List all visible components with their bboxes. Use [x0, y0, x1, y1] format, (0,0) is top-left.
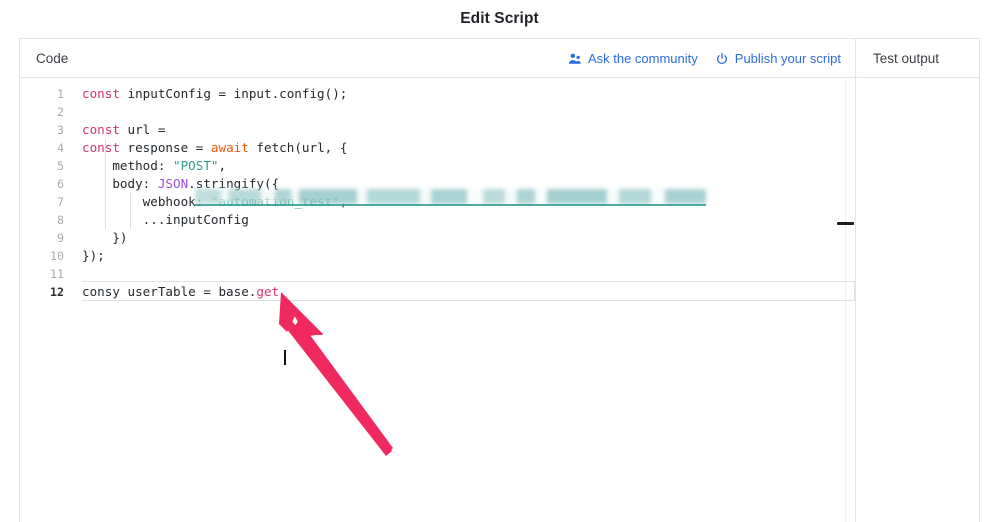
test-output-pane: Test output: [857, 39, 979, 522]
code-token: await: [210, 140, 249, 155]
code-token: body:: [82, 176, 158, 191]
redacted-url-value: [195, 189, 706, 204]
power-publish-icon: [715, 52, 729, 66]
editor-card: Code Ask the community Publish your scri…: [19, 38, 980, 522]
code-token: });: [82, 248, 105, 263]
code-editor[interactable]: 1 const inputConfig = input.config(); 2 3 co…: [20, 78, 855, 522]
code-token: const: [82, 86, 120, 101]
code-token: const: [82, 122, 120, 137]
code-token: response =: [119, 140, 211, 155]
line-number: 1: [57, 87, 64, 101]
line-text: const response = await fetch(url, {: [82, 139, 347, 157]
line-number: 7: [57, 195, 64, 209]
code-token: JSON: [157, 176, 189, 191]
line-text: const url =: [82, 121, 173, 139]
line-number: 5: [57, 159, 64, 173]
line-number: 10: [50, 249, 64, 263]
code-line[interactable]: 3 const url =: [20, 121, 855, 139]
page-title: Edit Script: [460, 10, 539, 27]
code-token: url =: [119, 122, 173, 137]
line-text: }): [82, 229, 128, 247]
code-token: ...inputConfig: [82, 212, 249, 227]
line-text: method: "POST",: [82, 157, 226, 175]
line-number: 11: [50, 267, 64, 281]
line-number: 2: [57, 105, 64, 119]
code-line[interactable]: 9 }): [20, 229, 855, 247]
code-token: "POST": [173, 158, 219, 173]
line-text: ...inputConfig: [82, 211, 249, 229]
code-pane: Code Ask the community Publish your scri…: [20, 39, 856, 522]
code-token: inputConfig = input.config();: [119, 86, 348, 101]
code-line[interactable]: 5 method: "POST",: [20, 157, 855, 175]
people-icon: [568, 52, 582, 66]
code-line[interactable]: 1 const inputConfig = input.config();: [20, 85, 855, 103]
line-number: 9: [57, 231, 64, 245]
line-number: 12: [50, 285, 64, 299]
line-number: 8: [57, 213, 64, 227]
code-token: }): [82, 230, 128, 245]
code-line[interactable]: 4 const response = await fetch(url, {: [20, 139, 855, 157]
splitter-drag-handle[interactable]: [837, 222, 854, 225]
code-pane-title: Code: [36, 50, 69, 66]
splitter-line: [845, 78, 846, 522]
pane-splitter[interactable]: [836, 78, 856, 522]
test-output-header: Test output: [857, 39, 979, 78]
code-pane-header: Code Ask the community Publish your scri…: [20, 39, 855, 78]
test-output-title: Test output: [873, 50, 940, 66]
line-text: });: [82, 247, 105, 265]
code-token: method:: [82, 158, 173, 173]
line-text: const inputConfig = input.config();: [82, 85, 347, 103]
code-line[interactable]: 8 ...inputConfig: [20, 211, 855, 229]
code-line[interactable]: 2: [20, 103, 855, 121]
code-pane-actions: Ask the community Publish your script: [568, 39, 841, 78]
code-token: fetch(url, {: [248, 140, 348, 155]
code-token: consy userTable = base.: [82, 284, 257, 299]
code-token: ,: [218, 158, 227, 173]
indent-guide: [105, 139, 106, 229]
ask-the-community-link[interactable]: Ask the community: [568, 51, 698, 66]
edit-script-modal: Edit Script Code Ask the community Publi…: [0, 0, 999, 522]
code-token: const: [82, 140, 120, 155]
code-token: webhook:: [82, 194, 211, 209]
line-number: 6: [57, 177, 64, 191]
code-token: get: [256, 284, 280, 299]
code-line[interactable]: 12 consy userTable = base.get: [20, 281, 855, 301]
line-number: 4: [57, 141, 64, 155]
publish-your-script-link[interactable]: Publish your script: [715, 51, 841, 66]
code-line[interactable]: 10});: [20, 247, 855, 265]
indent-guide: [130, 193, 131, 229]
test-output-body: [857, 78, 979, 522]
line-number: 3: [57, 123, 64, 137]
ask-the-community-label: Ask the community: [587, 51, 698, 66]
text-caret: [284, 350, 286, 365]
publish-your-script-label: Publish your script: [734, 51, 841, 66]
redacted-url-underline: [195, 204, 706, 206]
line-text: consy userTable = base.get: [82, 283, 279, 301]
